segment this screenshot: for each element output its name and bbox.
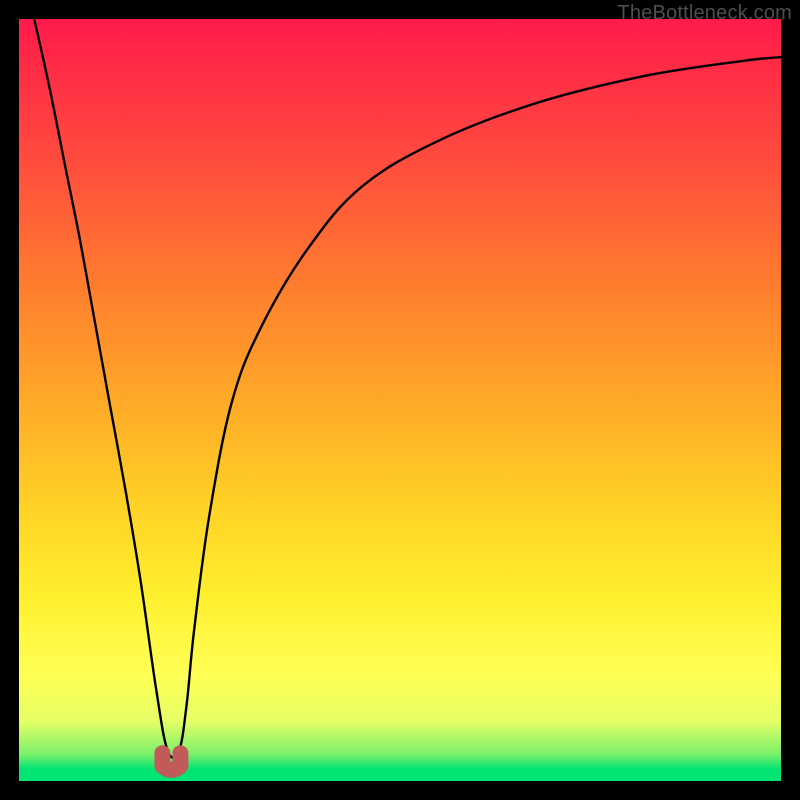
chart-frame: TheBottleneck.com	[0, 0, 800, 800]
curve-svg	[19, 19, 781, 781]
bottleneck-curve	[34, 19, 781, 758]
plot-area	[19, 19, 781, 781]
watermark-text: TheBottleneck.com	[617, 2, 792, 25]
